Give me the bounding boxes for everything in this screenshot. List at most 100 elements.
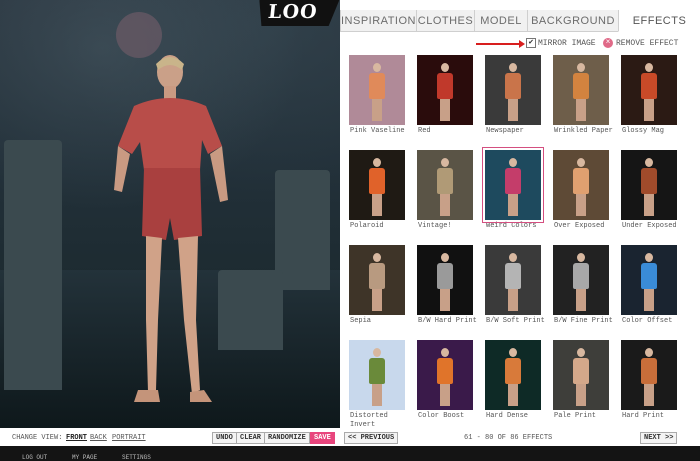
undo-button[interactable]: UNDO xyxy=(212,432,237,444)
thumbnail-model-figure xyxy=(367,253,387,311)
thumbnail-model-figure xyxy=(367,63,387,121)
effect-label: Polaroid xyxy=(350,222,384,230)
mirror-image-label[interactable]: MIRROR IMAGE xyxy=(538,39,596,48)
thumbnail-model-figure xyxy=(367,348,387,406)
thumbnail-model-figure xyxy=(503,63,523,121)
thumbnail-model-figure xyxy=(571,253,591,311)
thumbnail-model-figure xyxy=(571,348,591,406)
thumbnail-model-figure xyxy=(435,348,455,406)
effect-thumbnail[interactable] xyxy=(485,245,541,315)
effect-label: Sepia xyxy=(350,317,372,325)
remove-effect-link[interactable]: REMOVE EFFECT xyxy=(616,39,678,48)
effect-thumbnail[interactable] xyxy=(349,55,405,125)
footer-bar: LOG OUT MY PAGE SETTINGS xyxy=(0,446,700,461)
save-button[interactable]: SAVE xyxy=(310,432,335,444)
effect-thumbnail[interactable] xyxy=(417,55,473,125)
effect-label: Color Offset xyxy=(622,317,673,325)
thumbnail-model-figure xyxy=(639,63,659,121)
mirror-image-checkbox[interactable]: ✔ xyxy=(526,38,536,48)
effect-thumbnail[interactable] xyxy=(417,150,473,220)
next-button[interactable]: NEXT >> xyxy=(640,432,678,444)
effect-item[interactable]: Hard Print xyxy=(616,340,682,421)
effect-label: Weird Colors xyxy=(486,222,537,230)
effect-item[interactable]: Over Exposed xyxy=(548,150,614,231)
effect-thumbnail[interactable] xyxy=(417,340,473,410)
thumbnail-model-figure xyxy=(571,158,591,216)
effect-item[interactable]: Distorted Invert xyxy=(344,340,410,430)
view-portrait-link[interactable]: PORTRAIT xyxy=(112,434,146,442)
effect-item[interactable]: Wrinkled Paper xyxy=(548,55,614,136)
view-front-link[interactable]: FRONT xyxy=(66,434,87,442)
thumbnail-model-figure xyxy=(639,158,659,216)
effect-item[interactable]: Color Boost xyxy=(412,340,478,421)
thumbnail-model-figure xyxy=(571,63,591,121)
effect-label: Pale Print xyxy=(554,412,597,420)
effect-thumbnail[interactable] xyxy=(349,340,405,410)
effect-thumbnail[interactable] xyxy=(482,147,544,223)
effect-thumbnail[interactable] xyxy=(621,55,677,125)
effect-options: ✔ MIRROR IMAGE × REMOVE EFFECT xyxy=(474,37,700,51)
logo-text: LOO xyxy=(266,1,319,23)
effect-item[interactable]: Red xyxy=(412,55,478,136)
effect-item[interactable]: Color Offset xyxy=(616,245,682,326)
clear-button[interactable]: CLEAR xyxy=(236,432,266,444)
view-back-link[interactable]: BACK xyxy=(90,434,107,442)
gravestone xyxy=(275,170,330,290)
effect-label: B/W Hard Print xyxy=(418,317,477,325)
effect-label: Distorted Invert xyxy=(350,412,388,429)
tab-inspiration[interactable]: INSPIRATION xyxy=(340,10,416,32)
thumbnail-model-figure xyxy=(639,348,659,406)
my-page-link[interactable]: MY PAGE xyxy=(72,454,97,461)
effect-item[interactable]: B/W Hard Print xyxy=(412,245,478,326)
effect-thumbnail[interactable] xyxy=(349,245,405,315)
thumbnail-model-figure xyxy=(435,63,455,121)
tab-effects[interactable]: EFFECTS xyxy=(618,10,700,32)
effect-item[interactable]: Vintage! xyxy=(412,150,478,231)
annotation-arrow xyxy=(476,40,525,48)
settings-link[interactable]: SETTINGS xyxy=(122,454,151,461)
effect-item[interactable]: Polaroid xyxy=(344,150,410,231)
effect-label: Over Exposed xyxy=(554,222,605,230)
effect-item[interactable]: Hard Dense xyxy=(480,340,546,421)
thumbnail-model-figure xyxy=(503,158,523,216)
gravestone xyxy=(4,140,62,390)
effect-label: Newspaper xyxy=(486,127,524,135)
bottom-toolbar: CHANGE VIEW: FRONT BACK PORTRAIT UNDO CL… xyxy=(0,430,700,446)
effect-thumbnail[interactable] xyxy=(485,340,541,410)
model-figure xyxy=(104,50,236,414)
randomize-button[interactable]: RANDOMIZE xyxy=(264,432,310,444)
effect-thumbnail[interactable] xyxy=(417,245,473,315)
effect-label: Glossy Mag xyxy=(622,127,665,135)
effect-item[interactable]: Weird Colors xyxy=(480,147,546,231)
effect-thumbnail[interactable] xyxy=(485,55,541,125)
remove-effect-icon[interactable]: × xyxy=(603,38,613,48)
effect-thumbnail[interactable] xyxy=(621,340,677,410)
tab-background[interactable]: BACKGROUND xyxy=(527,10,618,32)
effect-item[interactable]: Sepia xyxy=(344,245,410,326)
effect-label: Under Exposed xyxy=(622,222,677,230)
effect-thumbnail[interactable] xyxy=(621,245,677,315)
effect-thumbnail[interactable] xyxy=(553,55,609,125)
logo[interactable]: LOO xyxy=(257,0,340,26)
effect-item[interactable]: Pink Vaseline xyxy=(344,55,410,136)
thumbnail-model-figure xyxy=(503,253,523,311)
effect-label: Pink Vaseline xyxy=(350,127,405,135)
effect-label: Hard Print xyxy=(622,412,665,420)
logout-link[interactable]: LOG OUT xyxy=(22,454,47,461)
effect-item[interactable]: Under Exposed xyxy=(616,150,682,231)
thumbnail-model-figure xyxy=(435,158,455,216)
effect-item[interactable]: B/W Soft Print xyxy=(480,245,546,326)
tab-model[interactable]: MODEL xyxy=(474,10,527,32)
effect-thumbnail[interactable] xyxy=(621,150,677,220)
previous-button[interactable]: << PREVIOUS xyxy=(344,432,399,444)
effect-thumbnail[interactable] xyxy=(349,150,405,220)
effect-thumbnail[interactable] xyxy=(553,150,609,220)
effect-label: B/W Fine Print xyxy=(554,317,613,325)
effect-thumbnail[interactable] xyxy=(553,340,609,410)
effect-thumbnail[interactable] xyxy=(553,245,609,315)
effect-item[interactable]: Newspaper xyxy=(480,55,546,136)
tab-clothes[interactable]: CLOTHES xyxy=(416,10,474,32)
effect-item[interactable]: Pale Print xyxy=(548,340,614,421)
effect-item[interactable]: B/W Fine Print xyxy=(548,245,614,326)
effect-item[interactable]: Glossy Mag xyxy=(616,55,682,136)
